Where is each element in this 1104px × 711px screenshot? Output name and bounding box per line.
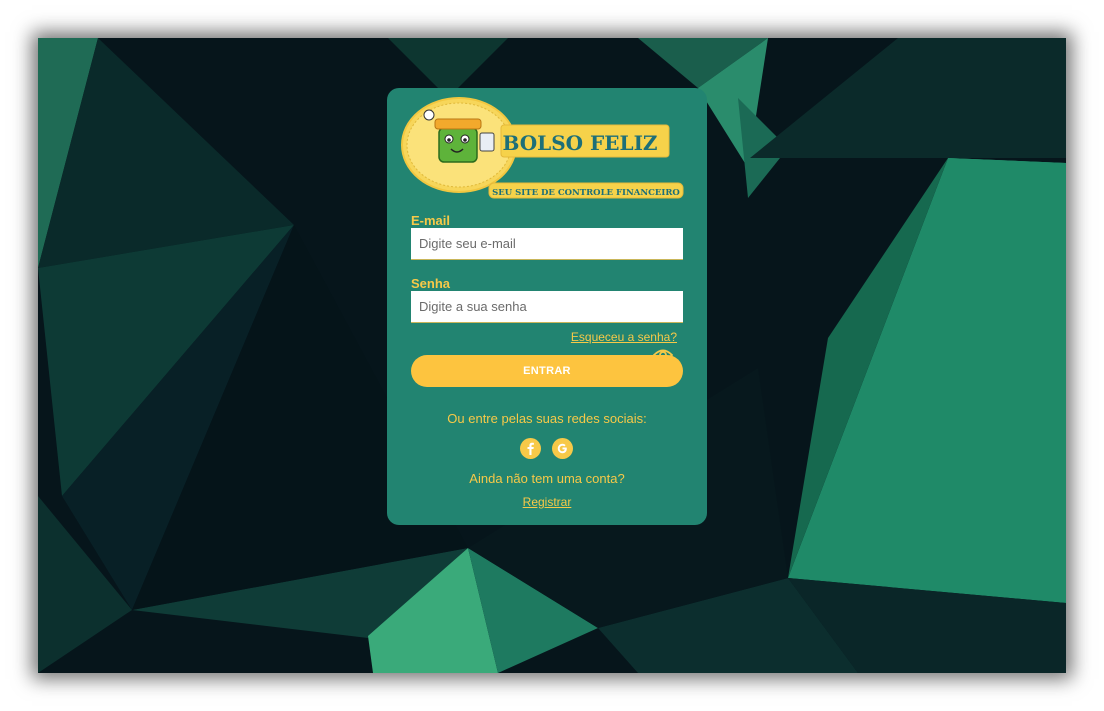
brand-title: BOLSO FELIZ bbox=[502, 131, 657, 155]
register-link[interactable]: Registrar bbox=[387, 495, 707, 509]
browser-window: BOLSO FELIZ SEU SITE DE CONTROLE FINANCE… bbox=[38, 38, 1066, 673]
password-label: Senha bbox=[411, 276, 451, 291]
google-icon bbox=[557, 443, 567, 454]
bolso-feliz-logo: BOLSO FELIZ SEU SITE DE CONTROLE FINANCE… bbox=[401, 97, 684, 199]
login-card: BOLSO FELIZ SEU SITE DE CONTROLE FINANCE… bbox=[387, 88, 707, 525]
social-login-prompt: Ou entre pelas suas redes sociais: bbox=[447, 411, 647, 426]
brand-tagline: SEU SITE DE CONTROLE FINANCEIRO bbox=[492, 188, 680, 198]
login-button[interactable]: ENTRAR bbox=[411, 355, 683, 387]
facebook-icon bbox=[527, 442, 534, 455]
forgot-password-link[interactable]: Esqueceu a senha? bbox=[571, 330, 677, 344]
password-input[interactable] bbox=[411, 291, 683, 323]
email-input[interactable] bbox=[411, 228, 683, 260]
google-login-button[interactable] bbox=[552, 438, 573, 459]
no-account-text: Ainda não tem uma conta? bbox=[469, 471, 625, 486]
facebook-login-button[interactable] bbox=[520, 438, 541, 459]
email-label: E-mail bbox=[411, 213, 451, 228]
